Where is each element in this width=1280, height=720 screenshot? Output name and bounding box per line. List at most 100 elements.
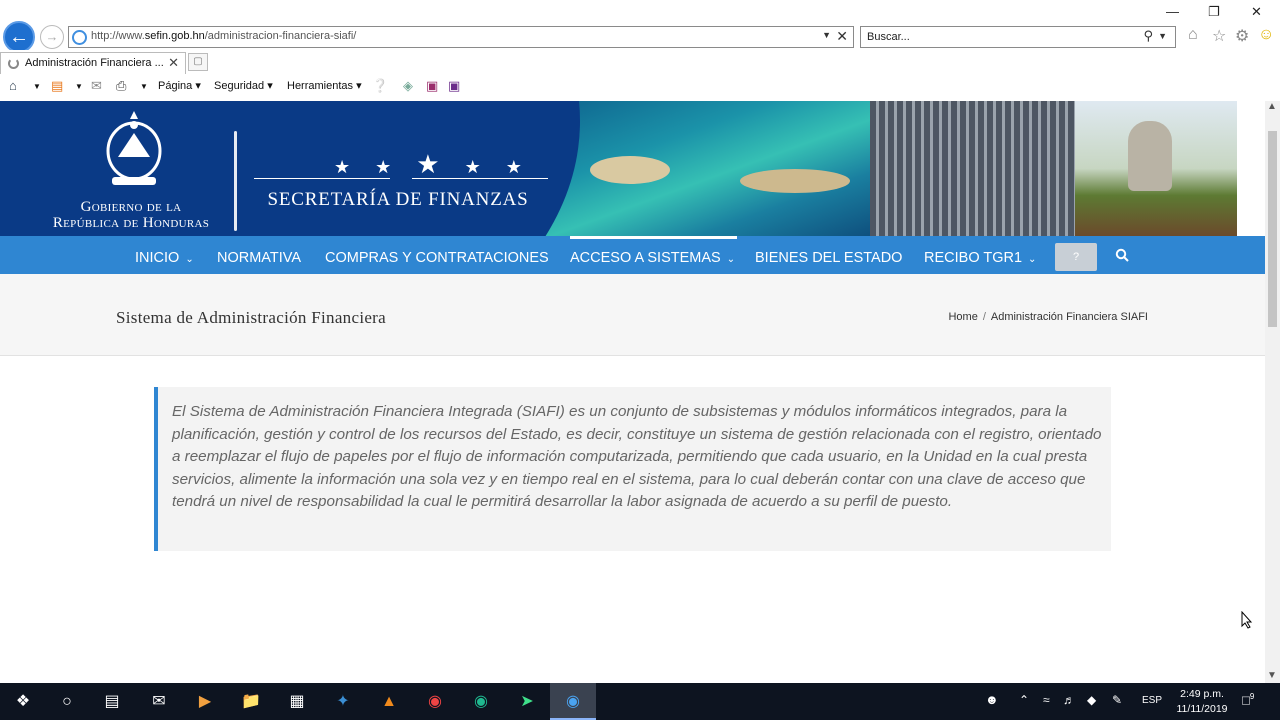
banner-rule-left <box>254 178 390 179</box>
print-dropdown-icon[interactable]: ▼ <box>140 82 148 91</box>
favorites-star-icon[interactable]: ☆ <box>1212 26 1226 46</box>
pen-icon[interactable]: ✎ <box>1112 693 1122 707</box>
clock-time: 2:49 p.m. <box>1180 688 1224 700</box>
media-player-icon[interactable]: ▶ <box>194 691 216 713</box>
page-scrollbar[interactable]: ▲ ▼ <box>1265 101 1280 683</box>
dropbox-icon[interactable]: ◆ <box>1087 693 1096 707</box>
stop-icon[interactable]: ✕ <box>836 28 848 45</box>
minimize-button[interactable]: — <box>1166 4 1179 19</box>
new-tab-button[interactable]: ▢ <box>188 53 208 71</box>
address-url[interactable]: http://www.sefin.gob.hn/administracion-f… <box>91 30 356 42</box>
main-nav: INICIO ⌄ NORMATIVA COMPRAS Y CONTRATACION… <box>0 236 1265 274</box>
tab-active[interactable]: Administración Financiera ... ✕ <box>0 52 186 74</box>
internet-explorer-icon[interactable]: ◉ <box>562 691 584 713</box>
breadcrumb-separator: / <box>982 311 986 323</box>
home-cmd-icon[interactable]: ⌂ <box>9 78 17 93</box>
breadcrumb-home[interactable]: Home <box>948 311 977 323</box>
people-icon[interactable]: ☻ <box>985 692 999 707</box>
action-center-icon[interactable]: □9 <box>1242 692 1254 707</box>
research-icon[interactable]: ▣ <box>426 78 438 94</box>
page-title-bar: Sistema de Administración Financiera Hom… <box>0 274 1265 356</box>
print-icon[interactable]: ⎙ <box>116 78 126 94</box>
command-bar: ⌂ ▼ ▤ ▼ ✉ ⎙ ▼ Página ▾ Seguridad ▾ Herra… <box>0 76 1280 98</box>
chevron-down-icon: ⌄ <box>1028 254 1037 265</box>
task-view-icon[interactable]: ▤ <box>101 691 123 713</box>
nav-item-bienes[interactable]: BIENES DEL ESTADO <box>755 250 902 266</box>
page-menu[interactable]: Página ▾ <box>158 79 201 92</box>
siafi-description-blockquote: El Sistema de Administración Financiera … <box>154 387 1111 551</box>
nav-item-normativa[interactable]: NORMATIVA <box>217 250 301 266</box>
tray-expand-icon[interactable]: ⌃ <box>1019 693 1029 707</box>
scroll-up-icon[interactable]: ▲ <box>1267 101 1277 112</box>
tab-strip: Administración Financiera ... ✕ ▢ <box>0 50 1280 74</box>
gov-line-2: República de Honduras <box>52 215 210 231</box>
store-icon[interactable]: ▦ <box>286 691 308 713</box>
tools-menu[interactable]: Herramientas ▾ <box>287 79 362 92</box>
feeds-icon[interactable]: ▤ <box>51 78 63 94</box>
taskbar-clock[interactable]: 2:49 p.m. 11/11/2019 <box>1168 687 1236 717</box>
language-indicator[interactable]: ESP <box>1142 695 1162 706</box>
app-arrow-icon[interactable]: ➤ <box>516 691 538 713</box>
addon-icon[interactable]: ◈ <box>403 78 413 94</box>
ie-page-icon <box>72 30 87 45</box>
site-banner: Gobierno de la República de Honduras ★ ★… <box>0 101 1237 236</box>
clock-date: 11/11/2019 <box>1176 703 1228 715</box>
mouse-cursor-icon <box>1241 611 1253 629</box>
app-bird-icon[interactable]: ✦ <box>332 691 354 713</box>
help-icon[interactable]: ❔ <box>372 78 388 94</box>
search-box[interactable]: Buscar... ⚲ ▼ <box>860 26 1176 48</box>
search-dropdown-icon[interactable]: ▼ <box>1158 31 1167 41</box>
forward-button[interactable]: → <box>40 25 64 49</box>
government-name: Gobierno de la República de Honduras <box>26 199 236 231</box>
home-dropdown-icon[interactable]: ▼ <box>33 82 41 91</box>
chevron-down-icon: ⌄ <box>726 254 736 265</box>
smiley-feedback-icon[interactable]: ☺ <box>1258 26 1274 44</box>
banner-divider <box>234 131 237 231</box>
secretariat-title: SECRETARÍA DE FINANZAS <box>267 189 529 210</box>
banner-construction-photo <box>870 101 1080 236</box>
banner-island <box>590 156 670 184</box>
address-dropdown-icon[interactable]: ▼ <box>822 30 831 40</box>
nav-search-icon[interactable] <box>1115 248 1129 262</box>
nav-active-indicator <box>570 236 737 239</box>
tab-title: Administración Financiera ... <box>25 57 164 69</box>
restore-button[interactable]: ❐ <box>1208 4 1220 20</box>
nav-item-compras[interactable]: COMPRAS Y CONTRATACIONES <box>325 250 549 266</box>
chrome-icon[interactable]: ◉ <box>424 691 446 713</box>
browser-toolbar: ← → http://www.sefin.gob.hn/administraci… <box>0 0 1280 53</box>
wifi-icon[interactable]: ≈ <box>1043 693 1050 707</box>
security-menu[interactable]: Seguridad ▾ <box>214 79 273 92</box>
address-bar[interactable]: http://www.sefin.gob.hn/administracion-f… <box>68 26 854 48</box>
nav-item-inicio[interactable]: INICIO ⌄ <box>135 250 194 266</box>
nav-item-acceso-sistemas[interactable]: ACCESO A SISTEMAS ⌄ <box>570 250 735 266</box>
mail-app-icon[interactable]: ✉ <box>148 691 170 713</box>
windows-start-icon[interactable]: ❖ <box>12 691 34 713</box>
page-title: Sistema de Administración Financiera <box>116 308 386 327</box>
vlc-cone-icon[interactable]: ▲ <box>378 691 400 713</box>
nav-help-button[interactable]: ? <box>1055 243 1097 271</box>
feeds-dropdown-icon[interactable]: ▼ <box>75 82 83 91</box>
web-page: Gobierno de la República de Honduras ★ ★… <box>0 101 1265 683</box>
banner-island <box>740 169 850 193</box>
back-button[interactable]: ← <box>3 21 35 53</box>
file-explorer-icon[interactable]: 📁 <box>240 691 262 713</box>
windows-taskbar: ❖ ○ ▤ ✉ ▶ 📁 ▦ ✦ ▲ ◉ ◉ ➤ ◉ ☻ ⌃ ≈ ♬ ◆ ✎ ES… <box>0 683 1280 720</box>
translate-icon[interactable]: ▣ <box>448 78 460 94</box>
search-icon[interactable]: ⚲ <box>1143 28 1153 44</box>
banner-farmer-figure <box>1128 121 1172 191</box>
honduras-coat-of-arms-icon[interactable] <box>98 107 170 191</box>
scroll-thumb[interactable] <box>1268 131 1277 327</box>
loading-icon <box>8 58 19 69</box>
close-window-button[interactable]: ✕ <box>1251 4 1262 20</box>
chevron-down-icon: ⌄ <box>185 254 194 265</box>
home-icon[interactable]: ⌂ <box>1188 26 1198 44</box>
scroll-down-icon[interactable]: ▼ <box>1267 670 1277 681</box>
app-e-icon[interactable]: ◉ <box>470 691 492 713</box>
search-circle-icon[interactable]: ○ <box>56 691 78 713</box>
tab-close-icon[interactable]: ✕ <box>168 55 179 71</box>
volume-icon[interactable]: ♬ <box>1063 693 1075 707</box>
mail-icon[interactable]: ✉ <box>91 78 102 94</box>
settings-gear-icon[interactable]: ⚙ <box>1235 26 1249 46</box>
siafi-description-text: El Sistema de Administración Financiera … <box>172 403 1102 510</box>
nav-item-recibo-tgr1[interactable]: RECIBO TGR1 ⌄ <box>924 250 1036 266</box>
